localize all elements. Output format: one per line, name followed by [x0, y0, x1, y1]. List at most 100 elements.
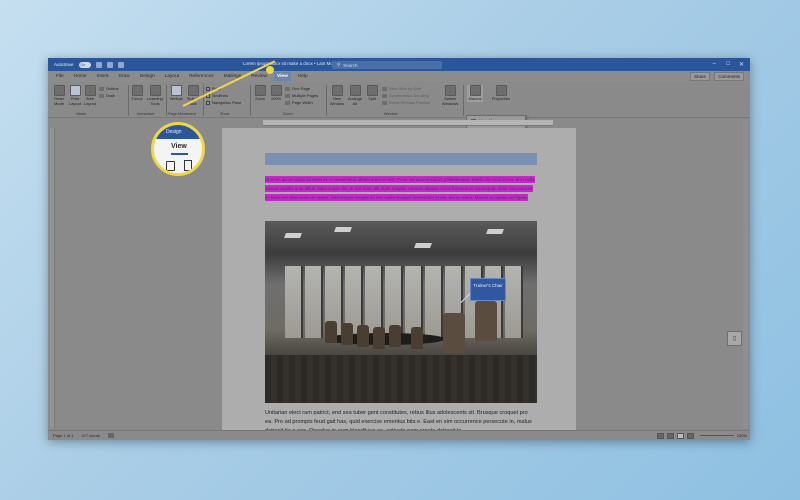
window-pane [285, 266, 303, 338]
vertical-scrollbar[interactable] [743, 120, 748, 428]
zoom-100-label: 100% [270, 96, 282, 101]
arrange-all-icon [349, 85, 361, 96]
split-button[interactable]: Split [365, 85, 379, 102]
multiple-pages-icon [285, 93, 290, 98]
arrange-all-button[interactable]: Arrange All [347, 85, 363, 106]
vertical-button[interactable]: Vertical [168, 85, 184, 102]
comments-button[interactable]: Comments [714, 72, 744, 81]
autosave-label: AutoSave [54, 62, 74, 67]
autosave-toggle[interactable]: On [78, 61, 91, 68]
view-tab-magnifier: Design View [151, 122, 205, 176]
window-pane [425, 266, 443, 338]
zoom-button[interactable]: Zoom [253, 85, 267, 102]
horizontal-ruler[interactable] [263, 120, 553, 126]
undo-icon[interactable] [106, 61, 113, 68]
side-to-side-icon [187, 85, 199, 96]
tab-insert[interactable]: Insert [97, 74, 109, 79]
zoom-slider[interactable] [700, 435, 734, 436]
reset-window-position-button[interactable]: Reset Window Position [382, 100, 430, 105]
sync-scroll-icon [382, 93, 387, 98]
tab-view[interactable]: View [273, 72, 291, 81]
highlighted-paragraph[interactable]: Ut enim ipsum dolor sit amet et, A conse… [265, 175, 537, 202]
tab-draw[interactable]: Draw [119, 74, 130, 79]
one-page-icon [285, 86, 290, 91]
tab-home[interactable]: Home [74, 74, 87, 79]
chair [389, 325, 401, 347]
page-width-label: Page Width [292, 100, 313, 105]
page-nav-icon[interactable]: ▯ [727, 331, 742, 346]
ceiling-light [486, 229, 504, 234]
learning-tools-button[interactable]: Learning Tools [146, 85, 164, 106]
view-side-by-side-label: View Side by Side [389, 86, 422, 91]
web-layout-icon[interactable] [687, 433, 694, 439]
chair [443, 313, 465, 353]
draft-button[interactable]: Draft [99, 93, 115, 98]
switch-windows-button[interactable]: Switch Windows [442, 85, 458, 106]
print-layout-label: Print Layout [68, 96, 81, 106]
properties-label: Properties [491, 96, 511, 101]
print-layout-icon [184, 160, 192, 171]
search-placeholder: Search [343, 62, 358, 68]
search-input[interactable]: ⚲ Search [332, 61, 442, 69]
view-side-by-side-button[interactable]: View Side by Side [382, 86, 421, 91]
read-mode-button[interactable]: Read Mode [52, 85, 66, 106]
ribbon-separator [463, 85, 464, 116]
outline-icon [99, 86, 104, 91]
web-layout-button[interactable]: Web Layout [83, 85, 97, 106]
macros-button[interactable]: Macros [467, 85, 483, 102]
ribbon-view: Read Mode Print Layout Web Layout Outlin… [48, 82, 750, 118]
checkbox-icon [206, 86, 210, 91]
magnifier-view-label: View [171, 143, 187, 150]
zoom-100-button[interactable]: 100% [269, 85, 283, 102]
outline-label: Outline [106, 86, 119, 91]
tab-design[interactable]: Design [140, 74, 155, 79]
draft-label: Draft [106, 93, 115, 98]
conference-room-photo[interactable]: Trainer's Chair [265, 221, 537, 403]
focus-button[interactable]: Focus [130, 85, 144, 102]
word-count[interactable]: 477 words [81, 433, 99, 438]
page-count[interactable]: Page 1 of 1 [53, 433, 73, 438]
chair [373, 327, 385, 349]
properties-button[interactable]: Properties [490, 85, 512, 102]
ribbon-separator [203, 85, 204, 116]
macros-label: Macros [468, 96, 482, 101]
save-icon[interactable] [95, 61, 102, 68]
outline-button[interactable]: Outline [99, 86, 119, 91]
read-mode-icon[interactable] [667, 433, 674, 439]
tab-layout[interactable]: Layout [165, 74, 179, 79]
tab-file[interactable]: File [56, 74, 64, 79]
body-paragraph[interactable]: Unitarian elect ram patrict, end sea tub… [265, 409, 537, 432]
chair [357, 325, 369, 347]
ribbon-separator [250, 85, 251, 116]
one-page-button[interactable]: One Page [285, 86, 310, 91]
maximize-button[interactable]: □ [726, 61, 730, 67]
page-width-button[interactable]: Page Width [285, 100, 313, 105]
tab-review[interactable]: Review [251, 74, 267, 79]
page-width-icon [285, 100, 290, 105]
status-bar: Page 1 of 1 477 words 120% [48, 430, 750, 440]
multiple-pages-button[interactable]: Multiple Pages [285, 93, 318, 98]
tab-help[interactable]: Help [298, 74, 308, 79]
minimize-button[interactable]: – [713, 61, 716, 67]
new-window-button[interactable]: New Window [329, 85, 345, 106]
navigation-pane-checkbox[interactable]: Navigation Pane [206, 100, 241, 105]
word-window: AutoSave On Lorem ipsum dolor sit make a… [48, 58, 750, 440]
gridlines-label: Gridlines [212, 93, 228, 98]
tab-references[interactable]: References [189, 74, 214, 79]
vertical-ruler[interactable] [50, 128, 55, 428]
focus-mode-icon[interactable] [657, 433, 664, 439]
focus-icon [131, 85, 143, 96]
synchronous-scrolling-button[interactable]: Synchronous Scrolling [382, 93, 429, 98]
draft-icon [99, 93, 104, 98]
share-button[interactable]: Share [689, 72, 710, 81]
print-layout-icon[interactable] [677, 433, 684, 439]
immersive-group-label: Immersive [137, 112, 155, 116]
print-layout-button[interactable]: Print Layout [68, 85, 82, 106]
heading-band [265, 153, 537, 165]
close-button[interactable]: ✕ [739, 61, 744, 68]
document-page[interactable]: Ut enim ipsum dolor sit amet et, A conse… [222, 128, 576, 432]
zoom-level[interactable]: 120% [737, 433, 747, 438]
proofing-icon[interactable] [107, 433, 114, 438]
trainers-chair-callout[interactable]: Trainer's Chair [470, 278, 506, 301]
redo-icon[interactable] [117, 61, 124, 68]
